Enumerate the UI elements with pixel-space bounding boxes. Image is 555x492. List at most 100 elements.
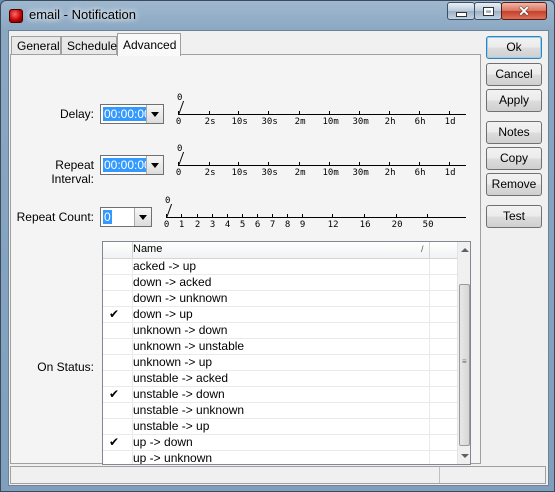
status-transition-name: up -> unknown [133,451,213,465]
tick-mark [359,162,360,165]
slider-value-label: 0 [177,93,183,103]
tick-label: 20 [391,220,403,230]
notes-button[interactable]: Notes [486,121,542,144]
slider-track[interactable] [166,217,466,218]
close-icon: ✕ [518,2,530,19]
status-rows: acked -> up down -> acked down -> unknown ✔… [103,259,457,465]
tick-label: 6h [414,168,426,178]
chevron-down-icon[interactable] [134,208,151,226]
tick-mark [209,162,210,165]
checkmark-icon[interactable]: ✔ [109,307,121,322]
list-item[interactable]: unstable -> unknown [103,403,457,419]
list-item[interactable]: ✔ up -> down [103,435,457,451]
slider-handle[interactable] [166,204,177,218]
tick-mark [359,111,360,114]
status-transition-name: unknown -> down [133,323,228,337]
maximize-button[interactable] [474,2,502,20]
tab-schedule[interactable]: Schedule [61,36,117,55]
repeat-count-value[interactable]: 0 [103,210,112,224]
list-item[interactable]: down -> acked [103,275,457,291]
tick-mark [299,162,300,165]
repeat-interval-slider[interactable]: 0 0 2s 10s 30s 2m 10m 30m 2h 6h 1d [176,144,466,188]
app-icon [9,9,23,23]
tick-label: 2s [204,117,216,127]
repeat-interval-select[interactable]: 00:00:00 [100,155,164,175]
scroll-thumb[interactable]: ≡ [459,284,470,446]
tick-mark [178,162,179,165]
apply-button[interactable]: Apply [486,89,542,112]
dialog-client: General Schedule Advanced Delay: 00:00:0… [8,30,549,486]
tick-label: 1 [178,220,185,230]
tick-label: 2h [384,168,396,178]
tick-mark [238,162,239,165]
tick-label: 2h [384,117,396,127]
checkmark-icon[interactable]: ✔ [109,387,121,402]
advanced-panel: Delay: 00:00:00 0 0 2s 10s 30s 2m 10m 30m 2h 6h 1 d… [10,54,481,465]
chevron-down-icon[interactable] [146,156,163,174]
list-item[interactable]: ✔ down -> up [103,307,457,323]
minimize-button[interactable] [447,2,475,20]
repeat-count-select[interactable]: 0 [100,207,152,227]
slider-track[interactable] [178,114,466,115]
repeat-interval-value[interactable]: 00:00:00 [103,158,152,172]
tick-label: 30m [352,168,369,178]
list-item[interactable]: up -> unknown [103,451,457,465]
tick-mark [389,162,390,165]
slider-track[interactable] [178,165,466,166]
delay-select[interactable]: 00:00:00 [100,104,164,124]
remove-button[interactable]: Remove [486,173,542,196]
list-item[interactable]: unknown -> up [103,355,457,371]
list-item[interactable]: unstable -> up [103,419,457,435]
list-item[interactable]: unknown -> down [103,323,457,339]
tick-mark [287,214,288,217]
tick-label: 30s [261,117,278,127]
repeat-count-slider[interactable]: 0 0 1 2 3 4 5 6 7 8 9 12 16 20 50 [164,196,466,240]
tick-mark [272,214,273,217]
tick-mark [329,162,330,165]
tick-mark [329,111,330,114]
close-button[interactable]: ✕ [501,2,547,20]
check-column-header[interactable] [103,242,133,258]
tick-mark [302,214,303,217]
checkmark-icon[interactable]: ✔ [109,435,121,450]
test-button[interactable]: Test [486,205,542,228]
tick-mark [419,111,420,114]
tick-label: 10s [231,168,248,178]
scroll-up-arrow-icon[interactable] [458,242,470,258]
ok-button[interactable]: Ok [486,36,542,59]
list-item[interactable]: unstable -> acked [103,371,457,387]
copy-button[interactable]: Copy [486,147,542,170]
list-item[interactable]: unknown -> unstable [103,339,457,355]
scroll-down-arrow-icon[interactable] [458,448,470,464]
tick-mark [268,111,269,114]
name-column-header[interactable]: Name [133,243,162,255]
delay-slider[interactable]: 0 0 2s 10s 30s 2m 10m 30m 2h 6h 1d [176,93,466,137]
delay-label: Delay: [59,107,94,121]
status-transition-name: up -> down [133,435,193,449]
list-item[interactable]: ✔ unstable -> down [103,387,457,403]
tick-label: 2s [204,168,216,178]
tick-mark [389,111,390,114]
on-status-list[interactable]: Name / acked -> up down -> acked down -> u… [102,241,471,465]
tab-general[interactable]: General [11,36,61,55]
slider-handle[interactable] [178,101,189,115]
tick-mark [299,111,300,114]
title-bar[interactable]: email - Notification ✕ [1,1,554,29]
list-item[interactable]: acked -> up [103,259,457,275]
tick-mark [419,162,420,165]
tab-advanced[interactable]: Advanced [117,33,181,56]
tick-mark [197,214,198,217]
cancel-button[interactable]: Cancel [486,63,542,86]
tick-mark [238,111,239,114]
status-transition-name: down -> up [133,307,193,321]
tick-label: 10m [322,117,339,127]
vertical-scrollbar[interactable]: ≡ [457,242,470,464]
tick-label: 2m [294,117,306,127]
chevron-down-icon[interactable] [146,105,163,123]
status-transition-name: down -> unknown [133,291,228,305]
tick-mark [427,214,428,217]
list-item[interactable]: down -> unknown [103,291,457,307]
slider-handle[interactable] [178,152,189,166]
column-divider[interactable] [429,242,430,258]
delay-value[interactable]: 00:00:00 [103,107,152,121]
